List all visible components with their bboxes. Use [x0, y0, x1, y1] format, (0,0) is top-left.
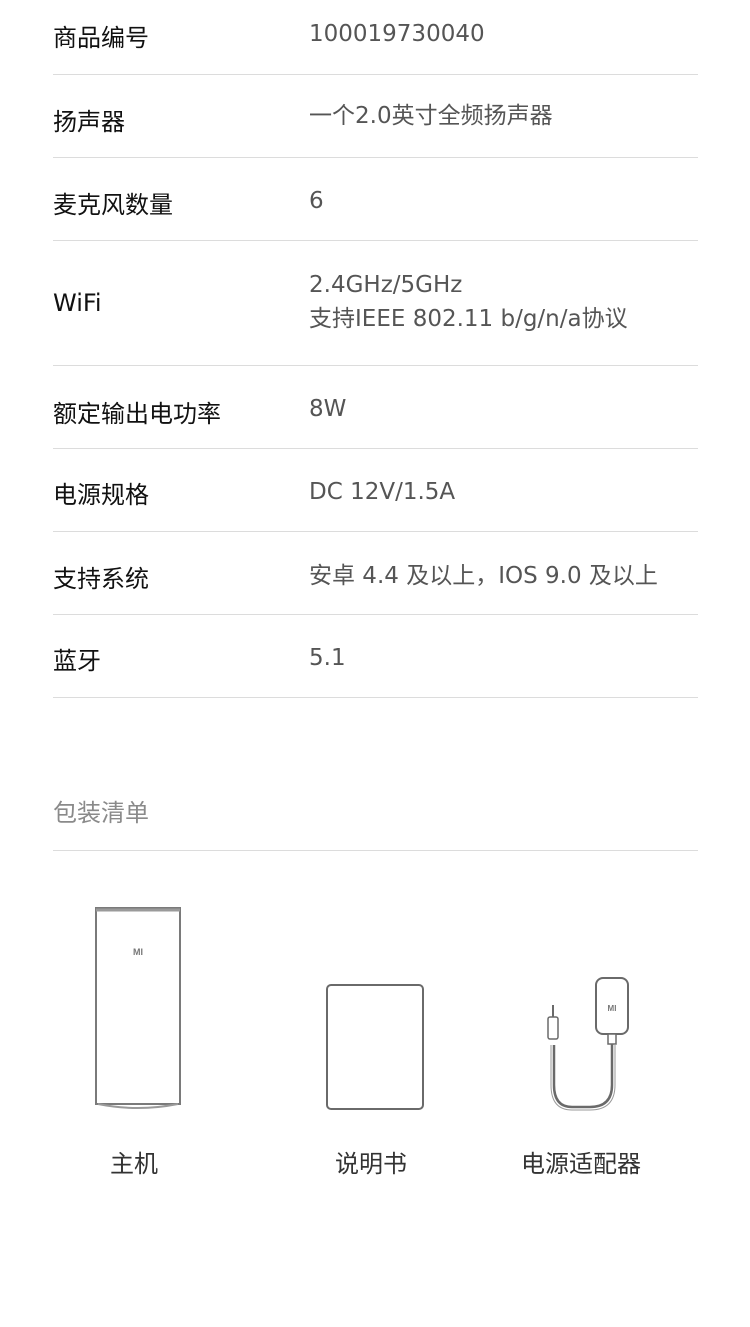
spec-value: 5.1	[309, 641, 346, 675]
spec-table: 商品编号 100019730040 扬声器 一个2.0英寸全频扬声器 麦克风数量…	[53, 0, 698, 698]
spec-value-line: 6	[309, 188, 324, 214]
spec-label: 电源规格	[53, 481, 149, 509]
spec-value-line: 5.1	[309, 645, 346, 671]
package-list-title: 包装清单	[53, 799, 149, 827]
package-item-label: 主机	[110, 1150, 158, 1178]
spec-value-line: 100019730040	[309, 21, 485, 47]
section-divider	[53, 850, 698, 851]
spec-value-line: DC 12V/1.5A	[309, 479, 456, 505]
spec-label: 商品编号	[53, 24, 149, 52]
spec-value-line: 安卓 4.4 及以上，IOS 9.0 及以上	[309, 563, 658, 589]
spec-row-rated-power: 额定输出电功率 8W	[53, 366, 698, 449]
spec-value-line: 8W	[309, 396, 347, 422]
spec-label: 支持系统	[53, 565, 149, 593]
spec-row-product-id: 商品编号 100019730040	[53, 0, 698, 75]
spec-row-speaker: 扬声器 一个2.0英寸全频扬声器	[53, 75, 698, 158]
spec-row-power-spec: 电源规格 DC 12V/1.5A	[53, 449, 698, 532]
spec-row-mic-count: 麦克风数量 6	[53, 158, 698, 241]
spec-value: 一个2.0英寸全频扬声器	[309, 99, 553, 133]
spec-value: 安卓 4.4 及以上，IOS 9.0 及以上	[309, 559, 658, 593]
power-adapter-icon: MI	[547, 977, 629, 1111]
spec-row-os-support: 支持系统 安卓 4.4 及以上，IOS 9.0 及以上	[53, 532, 698, 615]
spec-value: 2.4GHz/5GHz 支持IEEE 802.11 b/g/n/a协议	[309, 268, 628, 336]
spec-row-wifi: WiFi 2.4GHz/5GHz 支持IEEE 802.11 b/g/n/a协议	[53, 241, 698, 366]
spec-value: DC 12V/1.5A	[309, 475, 455, 509]
spec-row-bluetooth: 蓝牙 5.1	[53, 615, 698, 698]
package-item-label: 电源适配器	[521, 1150, 641, 1178]
mi-logo: MI	[608, 1004, 617, 1013]
spec-value-line: 支持IEEE 802.11 b/g/n/a协议	[309, 306, 628, 332]
spec-value-line: 2.4GHz/5GHz	[309, 272, 463, 298]
speaker-unit-icon: MI	[95, 907, 181, 1109]
spec-label: 麦克风数量	[53, 191, 173, 219]
spec-label: 扬声器	[53, 108, 125, 136]
spec-label: 蓝牙	[53, 647, 101, 675]
spec-label: WiFi	[53, 289, 102, 317]
spec-value-line: 一个2.0英寸全频扬声器	[309, 103, 553, 129]
spec-value: 100019730040	[309, 17, 485, 51]
spec-label: 额定输出电功率	[53, 400, 221, 428]
manual-icon	[326, 984, 424, 1110]
package-item-label: 说明书	[335, 1150, 407, 1178]
spec-value: 8W	[309, 392, 346, 426]
spec-value: 6	[309, 184, 324, 218]
mi-logo: MI	[133, 947, 143, 957]
